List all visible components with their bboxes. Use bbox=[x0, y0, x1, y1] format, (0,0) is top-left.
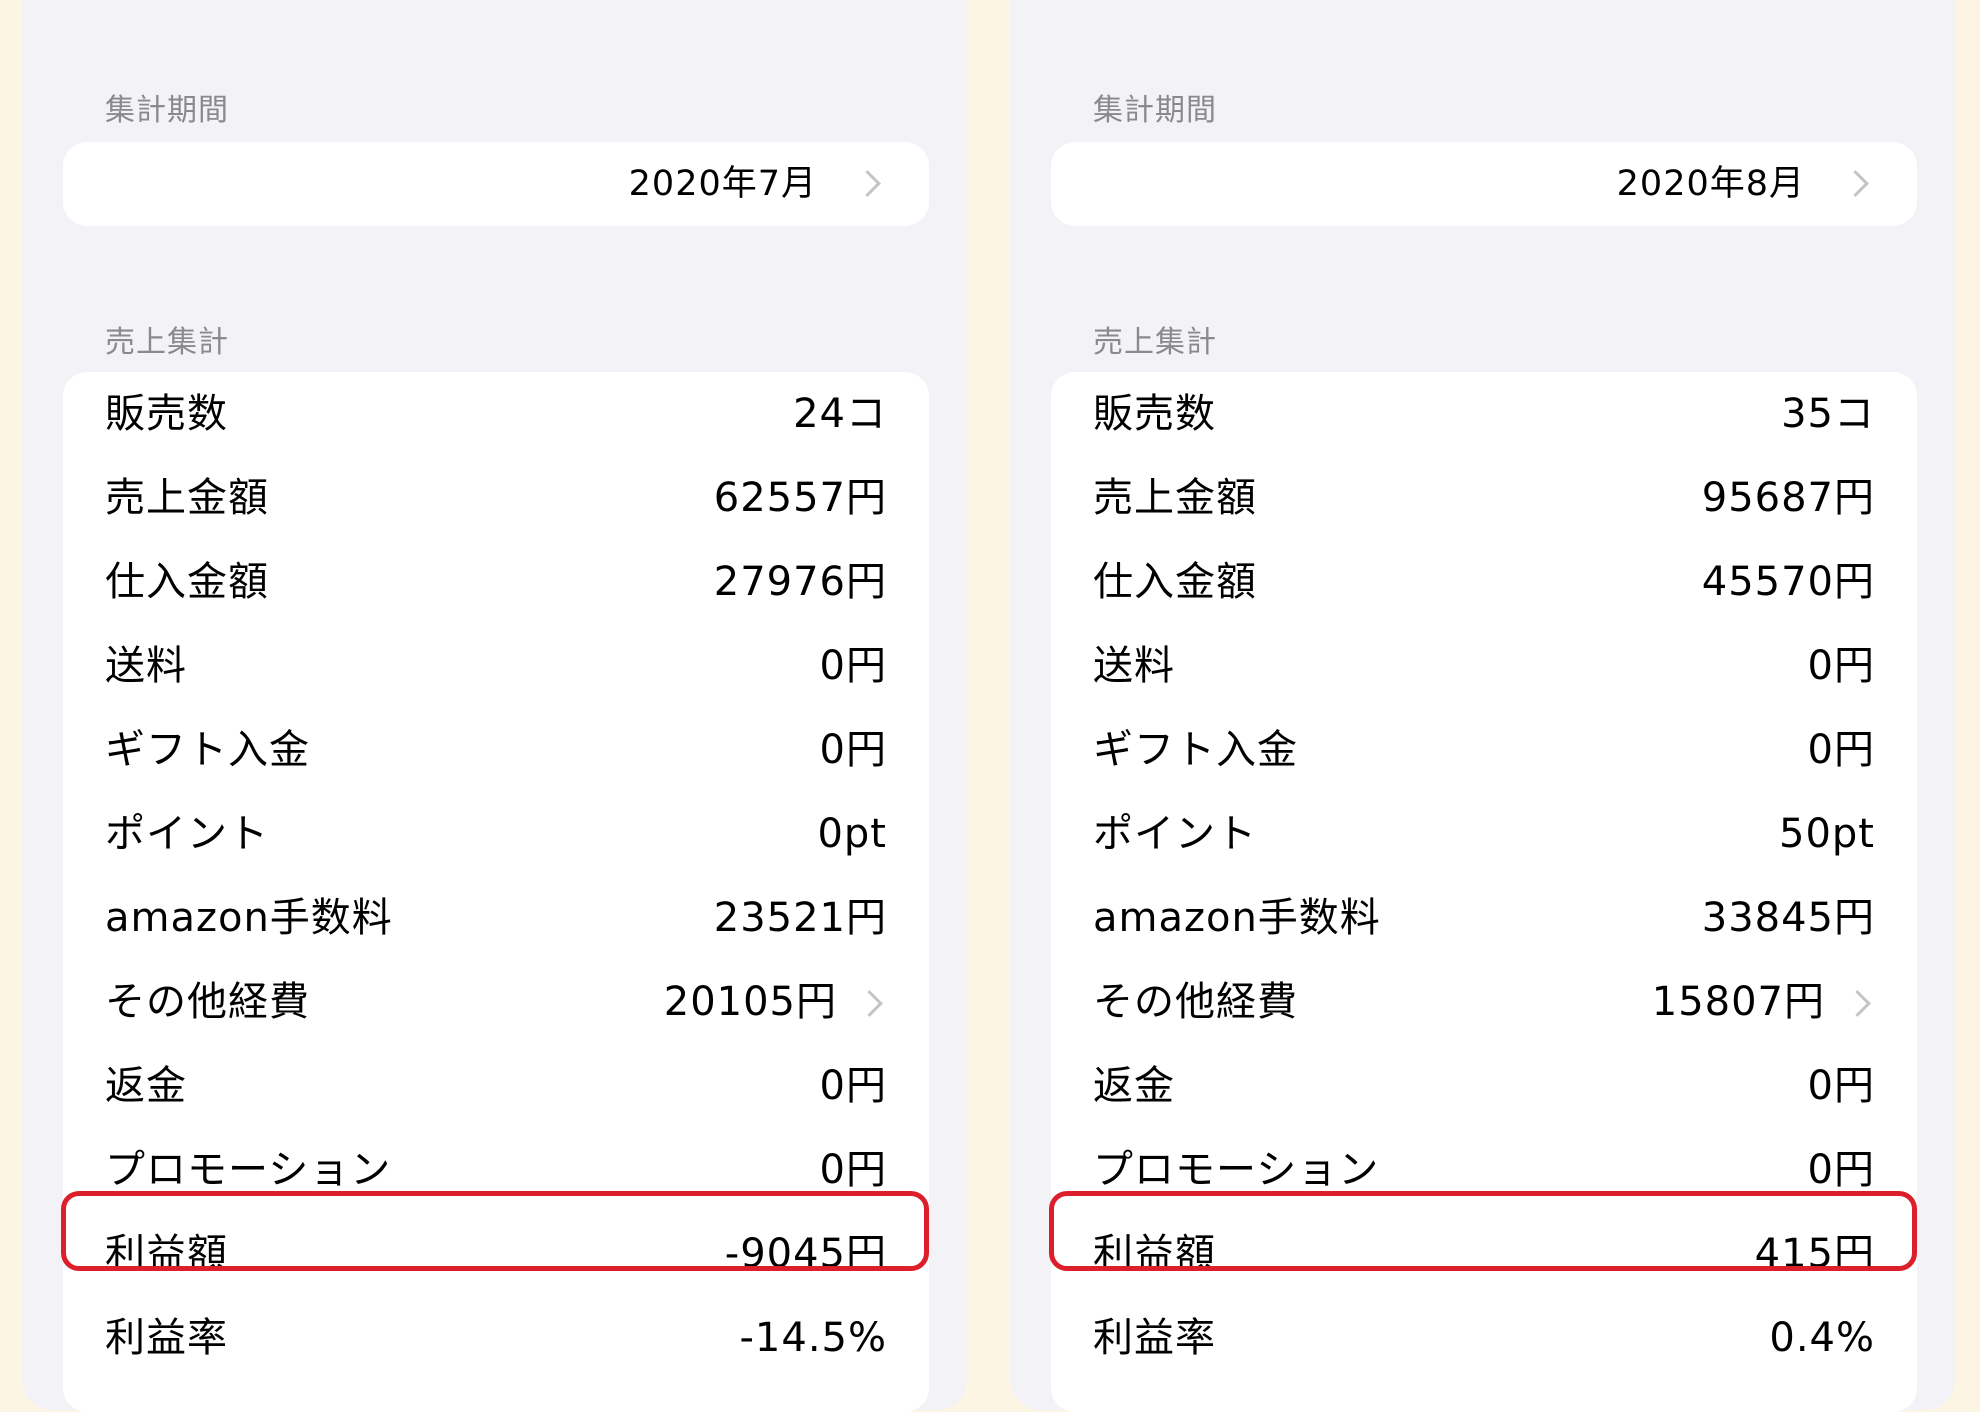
row-label: 売上金額 bbox=[1093, 475, 1257, 521]
row-value: 0円 bbox=[819, 643, 887, 689]
period-selector[interactable]: 2020年8月 bbox=[1051, 142, 1917, 226]
row-value: 0pt bbox=[817, 811, 887, 857]
row-value: 95687円 bbox=[1701, 475, 1875, 521]
row-value: 45570円 bbox=[1701, 559, 1875, 605]
row-purchase-amount: 仕入金額 27976円 bbox=[63, 540, 929, 624]
row-other-expenses[interactable]: その他経費 20105円 bbox=[63, 960, 929, 1044]
row-label: 返金 bbox=[105, 1063, 187, 1109]
row-refund: 返金 0円 bbox=[1051, 1044, 1917, 1128]
row-value: 33845円 bbox=[1701, 895, 1875, 941]
row-shipping: 送料 0円 bbox=[63, 624, 929, 708]
row-label: amazon手数料 bbox=[1093, 895, 1381, 941]
row-value: -14.5% bbox=[739, 1315, 887, 1361]
row-sales-amount: 売上金額 62557円 bbox=[63, 456, 929, 540]
row-sales-count: 販売数 35コ bbox=[1051, 372, 1917, 456]
row-refund: 返金 0円 bbox=[63, 1044, 929, 1128]
row-points: ポイント 50pt bbox=[1051, 792, 1917, 876]
row-amazon-fee: amazon手数料 33845円 bbox=[1051, 876, 1917, 960]
chevron-right-icon bbox=[854, 170, 881, 197]
period-value: 2020年8月 bbox=[1616, 164, 1805, 204]
row-amazon-fee: amazon手数料 23521円 bbox=[63, 876, 929, 960]
row-label: ポイント bbox=[105, 811, 269, 857]
row-label: ギフト入金 bbox=[105, 727, 310, 773]
row-other-expenses[interactable]: その他経費 15807円 bbox=[1051, 960, 1917, 1044]
row-value: 0円 bbox=[1807, 1063, 1875, 1109]
row-label: 送料 bbox=[1093, 643, 1175, 689]
row-label: 仕入金額 bbox=[105, 559, 269, 605]
row-gift-deposit: ギフト入金 0円 bbox=[1051, 708, 1917, 792]
profit-highlight-box bbox=[61, 1191, 929, 1271]
row-label: 送料 bbox=[105, 643, 187, 689]
summary-panel-july: 集計期間 2020年7月 売上集計 販売数 24コ 売上金額 62557円 仕入… bbox=[22, 0, 967, 1412]
row-value: 0円 bbox=[1807, 643, 1875, 689]
summary-panel-august: 集計期間 2020年8月 売上集計 販売数 35コ 売上金額 95687円 仕入… bbox=[1010, 0, 1955, 1412]
period-selector[interactable]: 2020年7月 bbox=[63, 142, 929, 226]
row-label: その他経費 bbox=[1093, 979, 1298, 1025]
row-value: 24コ bbox=[793, 391, 887, 437]
row-points: ポイント 0pt bbox=[63, 792, 929, 876]
row-label: その他経費 bbox=[105, 979, 310, 1025]
row-purchase-amount: 仕入金額 45570円 bbox=[1051, 540, 1917, 624]
period-value: 2020年7月 bbox=[628, 164, 817, 204]
row-sales-count: 販売数 24コ bbox=[63, 372, 929, 456]
row-label: 利益率 bbox=[105, 1315, 228, 1361]
row-value: 62557円 bbox=[713, 475, 887, 521]
row-value: 0円 bbox=[819, 1063, 887, 1109]
row-value: 27976円 bbox=[713, 559, 887, 605]
row-profit-rate: 利益率 -14.5% bbox=[63, 1296, 929, 1380]
row-label: 販売数 bbox=[1093, 391, 1216, 437]
row-value: 0.4% bbox=[1769, 1315, 1875, 1361]
row-value: 50pt bbox=[1779, 811, 1875, 857]
row-value: 0円 bbox=[819, 727, 887, 773]
row-label: ギフト入金 bbox=[1093, 727, 1298, 773]
row-value: 23521円 bbox=[713, 895, 887, 941]
row-value: 20105円 bbox=[663, 979, 837, 1025]
period-section-label: 集計期間 bbox=[105, 93, 229, 128]
chevron-right-icon bbox=[1844, 990, 1871, 1017]
row-value: 0円 bbox=[1807, 727, 1875, 773]
profit-highlight-box bbox=[1049, 1191, 1917, 1271]
row-value: 35コ bbox=[1781, 391, 1875, 437]
row-label: 販売数 bbox=[105, 391, 228, 437]
row-gift-deposit: ギフト入金 0円 bbox=[63, 708, 929, 792]
row-sales-amount: 売上金額 95687円 bbox=[1051, 456, 1917, 540]
sales-section-label: 売上集計 bbox=[105, 325, 229, 360]
row-label: ポイント bbox=[1093, 811, 1257, 857]
period-section-label: 集計期間 bbox=[1093, 93, 1217, 128]
row-label: 返金 bbox=[1093, 1063, 1175, 1109]
row-label: amazon手数料 bbox=[105, 895, 393, 941]
chevron-right-icon bbox=[1842, 170, 1869, 197]
row-label: 売上金額 bbox=[105, 475, 269, 521]
row-profit-rate: 利益率 0.4% bbox=[1051, 1296, 1917, 1380]
sales-section-label: 売上集計 bbox=[1093, 325, 1217, 360]
row-shipping: 送料 0円 bbox=[1051, 624, 1917, 708]
chevron-right-icon bbox=[856, 990, 883, 1017]
row-label: 利益率 bbox=[1093, 1315, 1216, 1361]
row-value: 15807円 bbox=[1651, 979, 1825, 1025]
row-label: 仕入金額 bbox=[1093, 559, 1257, 605]
